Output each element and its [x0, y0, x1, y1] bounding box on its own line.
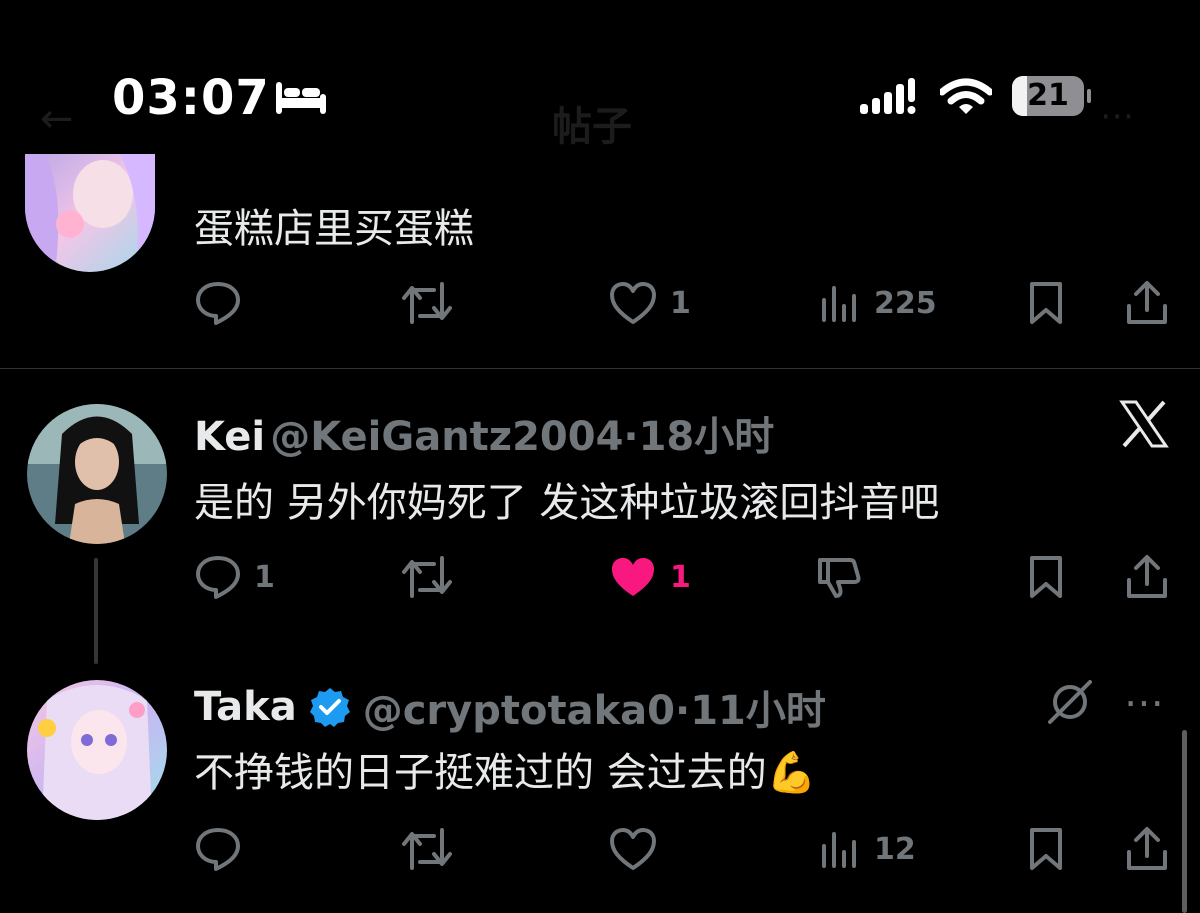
retweet-icon	[402, 282, 452, 324]
user-handle[interactable]: @KeiGantz2004	[270, 414, 623, 460]
wifi-icon	[938, 78, 994, 122]
reply-button[interactable]: 1	[194, 554, 275, 600]
tweet-text: 不挣钱的日子挺难过的 会过去的💪	[194, 750, 817, 796]
share-icon	[1127, 555, 1167, 598]
bookmark-icon	[1030, 556, 1062, 598]
avatar[interactable]	[27, 404, 167, 544]
display-name[interactable]: Taka	[194, 684, 297, 730]
status-time: 03:07	[112, 70, 270, 126]
like-button-active[interactable]: 1	[608, 554, 691, 600]
divider	[0, 368, 1200, 369]
downvote-button[interactable]	[816, 554, 864, 600]
like-count: 1	[670, 285, 691, 321]
page-title: 帖子	[552, 104, 632, 150]
views-button[interactable]: 225	[818, 280, 937, 326]
views-button[interactable]: 12	[818, 826, 916, 872]
retweet-icon	[402, 828, 452, 870]
views-icon	[822, 832, 856, 868]
back-arrow-icon[interactable]: ←	[40, 96, 74, 142]
bookmark-icon	[1030, 282, 1062, 324]
share-button[interactable]	[1124, 280, 1170, 326]
grok-icon[interactable]	[1046, 678, 1094, 730]
retweet-icon	[402, 556, 452, 598]
cellular-signal-icon	[860, 78, 920, 122]
reply-count: 1	[254, 559, 275, 595]
verified-badge-icon	[309, 688, 350, 727]
avatar[interactable]	[25, 154, 155, 272]
bookmark-button[interactable]	[1026, 826, 1066, 872]
like-count: 1	[670, 559, 691, 595]
thread-connector	[94, 558, 98, 664]
retweet-button[interactable]	[400, 280, 454, 326]
views-count: 225	[874, 285, 937, 321]
retweet-button[interactable]	[400, 554, 454, 600]
bookmark-icon	[1030, 828, 1062, 870]
heart-filled-icon	[612, 558, 654, 596]
battery-indicator: 21	[1012, 76, 1091, 116]
reply-icon	[196, 556, 240, 599]
tweet-time[interactable]: ·11小时	[675, 688, 826, 734]
tweet-text: 是的 另外你妈死了 发这种垃圾滚回抖音吧	[194, 480, 940, 526]
tweet-time[interactable]: ·18小时	[623, 414, 774, 460]
retweet-button[interactable]	[400, 826, 454, 872]
scrollbar[interactable]	[1182, 730, 1187, 913]
x-logo-icon	[1118, 398, 1170, 454]
reply-button[interactable]	[194, 280, 254, 326]
more-options-icon[interactable]: ⋯	[1124, 680, 1164, 726]
heart-icon	[610, 282, 656, 324]
bookmark-button[interactable]	[1026, 280, 1066, 326]
like-button[interactable]: 1	[608, 280, 691, 326]
share-button[interactable]	[1124, 554, 1170, 600]
share-button[interactable]	[1124, 826, 1170, 872]
heart-icon	[610, 828, 656, 870]
reply-icon	[196, 828, 240, 871]
reply-icon	[196, 282, 240, 325]
views-count: 12	[874, 831, 916, 867]
share-icon	[1127, 281, 1167, 324]
views-icon	[822, 286, 856, 322]
display-name[interactable]: Kei	[194, 414, 265, 460]
share-icon	[1127, 827, 1167, 870]
reply-button[interactable]	[194, 826, 242, 872]
avatar[interactable]	[27, 680, 167, 820]
user-handle[interactable]: @cryptotaka0	[363, 688, 675, 734]
bookmark-button[interactable]	[1026, 554, 1066, 600]
more-icon[interactable]: ⋯	[1100, 96, 1134, 136]
like-button[interactable]	[608, 826, 658, 872]
thumbs-down-icon	[818, 558, 861, 598]
tweet-text: 蛋糕店里买蛋糕	[194, 206, 474, 252]
sleep-focus-icon	[274, 80, 328, 120]
